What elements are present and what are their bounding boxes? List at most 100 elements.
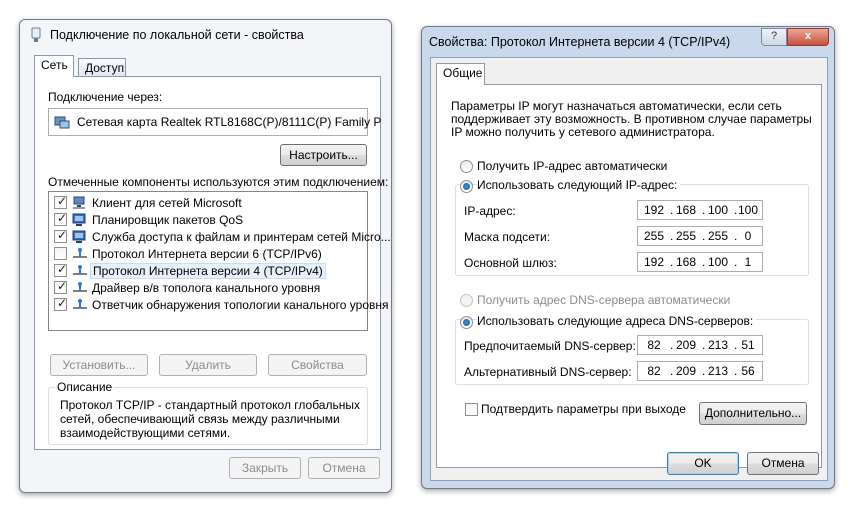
title-bar[interactable]: Свойства: Протокол Интернета версии 4 (T… xyxy=(422,27,834,57)
cancel-button[interactable]: Отмена xyxy=(308,457,380,479)
configure-button[interactable]: Настроить... xyxy=(280,144,367,166)
ip-octet: 209 xyxy=(675,338,697,352)
network-adapter-icon xyxy=(54,116,70,129)
ip-octet: 209 xyxy=(675,364,697,378)
validate-checkbox[interactable] xyxy=(465,403,478,416)
ip-octet: 0 xyxy=(744,229,752,243)
list-item[interactable]: Протокол Интернета версии 6 (TCP/IPv6) xyxy=(49,246,367,263)
component-label: Клиент для сетей Microsoft xyxy=(92,196,242,210)
dns-manual-label: Использовать следующие адреса DNS-сервер… xyxy=(477,314,757,328)
alternate-dns-label: Альтернативный DNS-сервер: xyxy=(464,365,632,379)
checkmark-icon: ✓ xyxy=(57,211,68,225)
network-client-icon xyxy=(73,196,85,209)
dns-auto-label: Получить адрес DNS-сервера автоматически xyxy=(477,293,731,307)
ip-octet: 168 xyxy=(675,255,697,269)
gateway-field[interactable]: 192. 168. 100. 1 xyxy=(637,252,763,272)
description-line: взаимодействующими сетями. xyxy=(60,426,231,440)
ip-manual-radio[interactable] xyxy=(460,180,473,193)
network-service-icon xyxy=(72,213,86,226)
component-checkbox[interactable]: ✓ xyxy=(54,228,68,243)
ip-address-field[interactable]: 192. 168. 100. 100 xyxy=(637,200,763,220)
network-connection-icon xyxy=(31,27,41,42)
list-item[interactable]: ✓ Драйвер в/в тополога канального уровня xyxy=(49,279,367,297)
protocol-icon xyxy=(73,299,87,309)
ip-octet: 213 xyxy=(707,338,729,352)
dialog-body: Общие Параметры IP могут назначаться авт… xyxy=(430,57,828,481)
checkmark-icon: ✓ xyxy=(57,194,68,208)
list-item[interactable]: ✓ Планировщик пакетов QoS xyxy=(49,211,367,229)
preferred-dns-field[interactable]: 82. 209. 213. 51 xyxy=(637,335,763,355)
ipv4-properties-window: Свойства: Протокол Интернета версии 4 (T… xyxy=(421,26,835,489)
component-label: Ответчик обнаружения топологии канальног… xyxy=(92,298,389,312)
cancel-button[interactable]: Отмена xyxy=(747,452,819,475)
ip-octet: 56 xyxy=(741,364,755,378)
radio-selected-icon xyxy=(463,183,470,190)
component-checkbox[interactable]: ✓ xyxy=(54,296,68,311)
ip-octet: 1 xyxy=(744,255,752,269)
general-panel: Параметры IP могут назначаться автоматич… xyxy=(436,84,822,468)
title-bar[interactable]: Подключение по локальной сети - свойства xyxy=(20,20,391,50)
ip-octet: 82 xyxy=(647,338,661,352)
component-label: Драйвер в/в тополога канального уровня xyxy=(92,281,321,295)
network-service-icon xyxy=(72,230,86,243)
window-title: Подключение по локальной сети - свойства xyxy=(50,28,304,42)
checkmark-icon: ✓ xyxy=(57,228,68,242)
ip-octet: 255 xyxy=(707,229,729,243)
dns-manual-radio[interactable] xyxy=(460,316,473,329)
checkmark-icon: ✓ xyxy=(57,262,68,276)
components-label: Отмеченные компоненты используются этим … xyxy=(48,175,389,189)
ip-manual-label: Использовать следующий IP-адрес: xyxy=(477,178,681,192)
ip-octet: 213 xyxy=(707,364,729,378)
list-item[interactable]: ✓ Служба доступа к файлам и принтерам се… xyxy=(49,228,391,246)
caption-buttons: ? x xyxy=(761,28,829,46)
ip-octet: 192 xyxy=(643,255,665,269)
protocol-icon xyxy=(73,282,87,292)
connect-via-label: Подключение через: xyxy=(48,90,163,104)
component-label: Протокол Интернета версии 4 (TCP/IPv4) xyxy=(90,263,326,279)
component-checkbox[interactable]: ✓ xyxy=(54,211,68,226)
intro-line: поддерживает эту возможность. В противно… xyxy=(451,112,812,126)
component-label: Служба доступа к файлам и принтерам сете… xyxy=(92,230,391,244)
description-line: Протокол TCP/IP - стандартный протокол г… xyxy=(60,398,360,412)
ip-octet: 100 xyxy=(737,203,759,217)
window-title: Свойства: Протокол Интернета версии 4 (T… xyxy=(429,35,731,49)
component-checkbox[interactable] xyxy=(54,247,67,260)
preferred-dns-label: Предпочитаемый DNS-сервер: xyxy=(464,339,636,353)
advanced-button[interactable]: Дополнительно... xyxy=(699,402,807,425)
subnet-mask-field[interactable]: 255. 255. 255. 0 xyxy=(637,226,763,246)
close-button[interactable]: Закрыть xyxy=(229,457,301,479)
ok-button[interactable]: OK xyxy=(667,452,739,475)
install-button[interactable]: Установить... xyxy=(50,354,148,376)
components-list[interactable]: ✓ Клиент для сетей Microsoft ✓ Планировщ… xyxy=(48,191,391,331)
description-title: Описание xyxy=(55,380,115,394)
dns-auto-radio[interactable] xyxy=(460,294,473,307)
component-label: Планировщик пакетов QoS xyxy=(92,213,244,227)
ip-octet: 255 xyxy=(675,229,697,243)
protocol-icon xyxy=(73,265,87,275)
ip-octet: 100 xyxy=(707,203,729,217)
list-item-selected[interactable]: ✓ Протокол Интернета версии 4 (TCP/IPv4) xyxy=(49,262,326,280)
component-checkbox[interactable]: ✓ xyxy=(54,194,68,209)
ip-octet: 82 xyxy=(647,364,661,378)
help-icon[interactable]: ? xyxy=(761,28,787,46)
ip-address-label: IP-адрес: xyxy=(464,204,516,218)
tab-general[interactable]: Общие xyxy=(436,63,485,85)
alternate-dns-field[interactable]: 82. 209. 213. 56 xyxy=(637,361,763,381)
tab-sharing[interactable]: Доступ xyxy=(78,58,126,76)
component-checkbox[interactable]: ✓ xyxy=(54,279,67,294)
close-icon[interactable]: x xyxy=(787,28,829,46)
properties-button[interactable]: Свойства xyxy=(268,354,367,376)
subnet-mask-label: Маска подсети: xyxy=(464,230,551,244)
ip-octet: 168 xyxy=(675,203,697,217)
ip-octet: 100 xyxy=(707,255,729,269)
tab-network[interactable]: Сеть xyxy=(34,55,74,77)
list-item[interactable]: ✓ Ответчик обнаружения топологии канальн… xyxy=(49,296,389,314)
gateway-label: Основной шлюз: xyxy=(464,256,557,270)
tab-panel: Подключение через: Сетевая карта Realtek… xyxy=(34,76,391,450)
ip-octet: 51 xyxy=(741,338,755,352)
checkmark-icon: ✓ xyxy=(57,296,68,310)
list-item[interactable]: ✓ Клиент для сетей Microsoft xyxy=(49,194,367,212)
remove-button[interactable]: Удалить xyxy=(159,354,257,376)
component-checkbox[interactable]: ✓ xyxy=(54,262,68,277)
ip-auto-radio[interactable] xyxy=(460,160,473,173)
